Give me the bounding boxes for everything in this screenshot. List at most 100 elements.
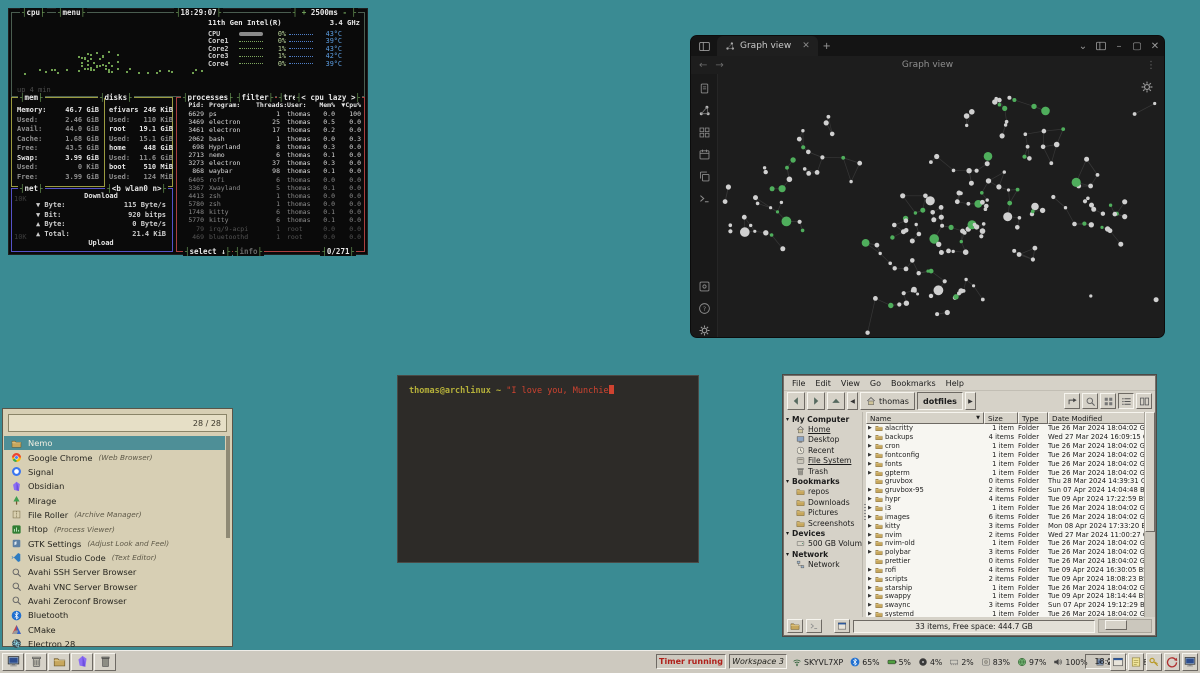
taskbar-launcher-folder[interactable]: [48, 653, 70, 671]
file-row[interactable]: ▶i31 itemFolderTue 26 Mar 2024 18:04:02 …: [866, 504, 1145, 513]
sidebar-item-network[interactable]: Network: [784, 559, 862, 569]
workspace-indicator[interactable]: Workspace 3: [729, 654, 787, 669]
search-button[interactable]: [1082, 393, 1098, 409]
launcher-item-cmake[interactable]: CMake: [4, 622, 225, 636]
jump-to-button[interactable]: [1064, 393, 1080, 409]
sidebar-item-pictures[interactable]: Pictures: [784, 508, 862, 518]
new-window-button[interactable]: [834, 619, 850, 633]
file-manager-window[interactable]: FileEditViewGoBookmarksHelp ◀ thomas dot…: [783, 375, 1156, 636]
column-header-type[interactable]: Type: [1018, 412, 1048, 424]
sidebar-item-home[interactable]: Home: [784, 424, 862, 434]
close-window-button[interactable]: ✕: [1146, 41, 1164, 52]
tray-memory-module[interactable]: 2%: [949, 657, 973, 667]
vault-switcher-icon[interactable]: [698, 280, 711, 293]
refresh-interval-control[interactable]: ┤ + 2500ms - ├: [291, 8, 358, 17]
terminal-window[interactable]: thomas@archlinux ~ "I love you, Munchie: [397, 375, 699, 563]
maximize-button[interactable]: ▢: [1128, 41, 1146, 52]
tray-battery-module[interactable]: 5%: [887, 657, 911, 667]
taskbar-launcher-trash[interactable]: [25, 653, 47, 671]
column-header-date[interactable]: Date Modified: [1048, 412, 1145, 424]
process-row[interactable]: 5780zsh1thomas0.00.0: [180, 200, 361, 208]
launcher-item-google-chrome[interactable]: Google Chrome(Web Browser): [4, 450, 225, 464]
column-header-size[interactable]: Size: [984, 412, 1018, 424]
file-row[interactable]: prettier0 itemsFolderTue 26 Mar 2024 18:…: [866, 557, 1145, 566]
taskbar-tool-monitor[interactable]: [1182, 653, 1198, 671]
taskbar-tool-window[interactable]: [1110, 653, 1126, 671]
process-row[interactable]: 3367Xwayland5thomas0.10.0: [180, 184, 361, 192]
process-row[interactable]: 1748kitty6thomas0.10.0: [180, 208, 361, 216]
app-launcher[interactable]: 28 / 28 NemoGoogle Chrome(Web Browser)Si…: [2, 408, 233, 647]
forward-button[interactable]: [807, 392, 825, 410]
tab-graph-view[interactable]: Graph view ✕: [717, 36, 818, 56]
graph-settings-gear-icon[interactable]: [1140, 80, 1154, 94]
cpu-tab[interactable]: ┤cpu├: [20, 8, 47, 17]
minimize-button[interactable]: –: [1110, 41, 1128, 52]
settings-icon[interactable]: [698, 324, 711, 337]
menu-view[interactable]: View: [837, 379, 864, 388]
process-row[interactable]: 2062bash1thomas0.00.3: [180, 135, 361, 143]
dual-pane-button[interactable]: [1136, 393, 1152, 409]
launcher-item-signal[interactable]: Signal: [4, 465, 225, 479]
launcher-item-bluetooth[interactable]: Bluetooth: [4, 608, 225, 622]
file-row[interactable]: gruvbox0 itemsFolderThu 28 Mar 2024 14:3…: [866, 477, 1145, 486]
tray-bluetooth-module[interactable]: 65%: [850, 657, 879, 667]
icon-view-button[interactable]: [1100, 393, 1116, 409]
vertical-scrollbar[interactable]: [1144, 412, 1155, 617]
menu-tab[interactable]: ┤menu├: [56, 8, 87, 17]
sidebar-section-devices[interactable]: ▾Devices: [784, 528, 862, 538]
file-row[interactable]: ▶nvim-old1 itemFolderTue 26 Mar 2024 18:…: [866, 539, 1145, 548]
process-row[interactable]: 3469electron25thomas0.50.0: [180, 118, 361, 126]
file-row[interactable]: ▶alacritty1 itemFolderTue 26 Mar 2024 18…: [866, 424, 1145, 433]
tab-scroll-right-button[interactable]: ▶: [965, 392, 976, 410]
taskbar-launcher-obsidian[interactable]: [71, 653, 93, 671]
sidebar-section-network[interactable]: ▾Network: [784, 549, 862, 559]
file-row[interactable]: ▶swappy1 itemFolderTue 09 Apr 2024 18:14…: [866, 592, 1145, 601]
file-row[interactable]: ▶hypr4 itemsFolderTue 09 Apr 2024 17:22:…: [866, 495, 1145, 504]
tray-disk-module[interactable]: 83%: [981, 657, 1010, 667]
menu-bookmarks[interactable]: Bookmarks: [887, 379, 940, 388]
sidebar-icon[interactable]: [698, 40, 711, 53]
file-row[interactable]: ▶fontconfig1 itemFolderTue 26 Mar 2024 1…: [866, 451, 1145, 460]
list-view-button[interactable]: [1118, 393, 1134, 409]
file-row[interactable]: ▶gpterm1 itemFolderTue 26 Mar 2024 18:04…: [866, 468, 1145, 477]
column-header-name[interactable]: Name▼: [866, 412, 984, 424]
layout-icon[interactable]: [1092, 40, 1110, 52]
file-row[interactable]: ▶systemd1 itemFolderTue 26 Mar 2024 18:0…: [866, 610, 1145, 617]
menu-go[interactable]: Go: [866, 379, 885, 388]
launcher-item-nemo[interactable]: Nemo: [4, 436, 225, 450]
taskbar-tool-note[interactable]: [1128, 653, 1144, 671]
tray-volume-module[interactable]: 100%: [1053, 657, 1087, 667]
file-row[interactable]: ▶fonts1 itemFolderTue 26 Mar 2024 18:04:…: [866, 459, 1145, 468]
templates-icon[interactable]: [698, 170, 711, 183]
file-row[interactable]: ▶starship1 itemFolderTue 26 Mar 2024 18:…: [866, 583, 1145, 592]
taskbar-launcher-monitor[interactable]: [2, 653, 24, 671]
menu-help[interactable]: Help: [942, 379, 968, 388]
obsidian-window[interactable]: Graph view ✕ + ⌄ – ▢ ✕ ← → Graph view ⋮ …: [690, 35, 1165, 338]
daily-note-icon[interactable]: [698, 148, 711, 161]
file-row[interactable]: ▶scripts2 itemsFolderTue 09 Apr 2024 18:…: [866, 574, 1145, 583]
sidebar-item-downloads[interactable]: Downloads: [784, 497, 862, 507]
sidebar-item-file-system[interactable]: File System: [784, 456, 862, 466]
side-pane-toggle-button[interactable]: [787, 619, 803, 633]
sidebar-item-recent[interactable]: Recent: [784, 445, 862, 455]
file-row[interactable]: ▶images6 itemsFolderTue 26 Mar 2024 18:0…: [866, 512, 1145, 521]
sidebar-toggle-icon[interactable]: [698, 40, 711, 53]
process-row[interactable]: 3461electron17thomas0.20.0: [180, 126, 361, 134]
path-button-parent[interactable]: thomas: [860, 392, 915, 410]
menu-file[interactable]: File: [788, 379, 809, 388]
process-row[interactable]: 3273electron37thomas0.30.0: [180, 159, 361, 167]
process-row[interactable]: 5770kitty6thomas0.10.0: [180, 216, 361, 224]
sidebar-item-repos[interactable]: repos: [784, 487, 862, 497]
launcher-item-electron-28[interactable]: Electron 28: [4, 637, 225, 651]
process-row[interactable]: 698Hyprland8thomas0.30.0: [180, 143, 361, 151]
process-row[interactable]: 469bluetoothd1root0.00.0: [180, 233, 361, 241]
graph-view-canvas[interactable]: [718, 74, 1164, 337]
launcher-item-gtk-settings[interactable]: GTK Settings(Adjust Look and Feel): [4, 536, 225, 550]
close-tab-icon[interactable]: ✕: [802, 41, 810, 51]
taskbar-tool-keys[interactable]: [1146, 653, 1162, 671]
tray-wifi-module[interactable]: SKYVL7XP: [792, 657, 843, 667]
launcher-scrollbar[interactable]: [226, 436, 230, 642]
launcher-item-avahi-zeroconf-browser[interactable]: Avahi Zeroconf Browser: [4, 594, 225, 608]
file-row[interactable]: ▶polybar3 itemsFolderTue 26 Mar 2024 18:…: [866, 548, 1145, 557]
gear-icon[interactable]: [1140, 80, 1154, 94]
